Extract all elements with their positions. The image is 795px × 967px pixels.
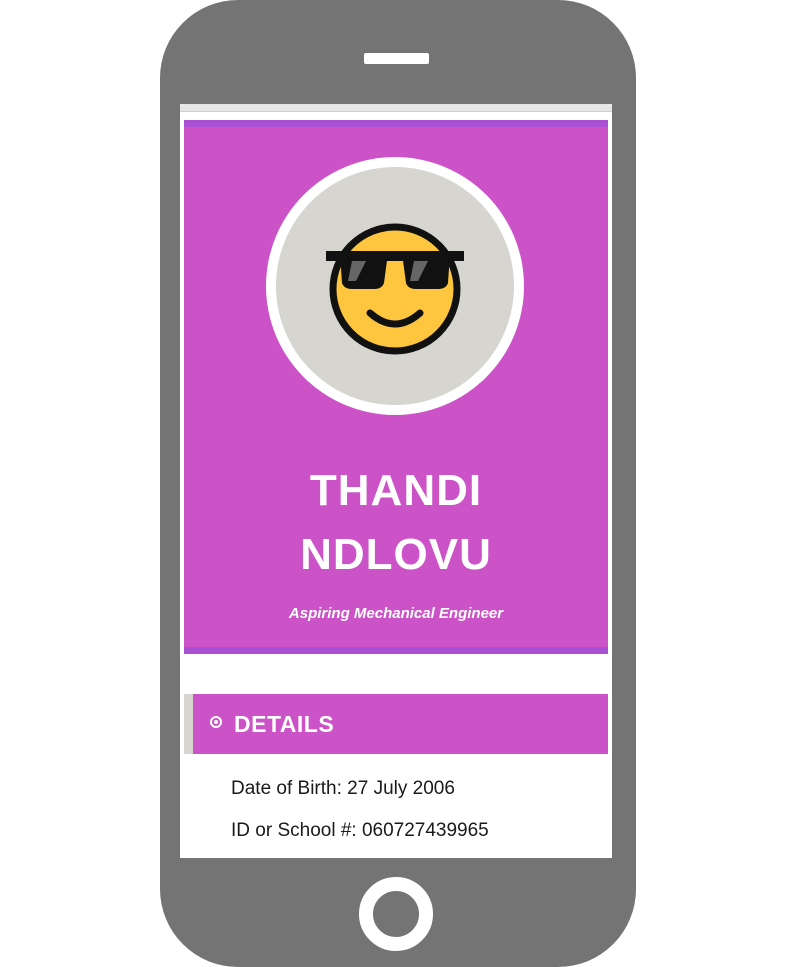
- circle-dot-icon: [210, 716, 222, 728]
- id-number: ID or School #: 060727439965: [231, 820, 489, 841]
- details-heading: DETAILS: [234, 711, 335, 737]
- sunglasses-smiley-icon: [326, 223, 464, 355]
- avatar: [266, 157, 524, 415]
- home-button[interactable]: [359, 877, 433, 951]
- first-name: THANDI: [309, 466, 483, 515]
- profile-name: THANDI NDLOVU: [184, 459, 608, 587]
- date-of-birth: Date of Birth: 27 July 2006: [231, 778, 455, 799]
- phone-screen: THANDI NDLOVU Aspiring Mechanical Engine…: [180, 104, 612, 858]
- section-accent-bar: [184, 694, 193, 754]
- profile-tagline: Aspiring Mechanical Engineer: [288, 605, 504, 622]
- profile-header: THANDI NDLOVU Aspiring Mechanical Engine…: [184, 120, 608, 654]
- details-section-header[interactable]: DETAILS: [184, 694, 608, 754]
- last-name: NDLOVU: [300, 530, 492, 579]
- phone-speaker: [364, 53, 429, 64]
- avatar-background: [276, 167, 514, 405]
- status-bar: [180, 104, 612, 112]
